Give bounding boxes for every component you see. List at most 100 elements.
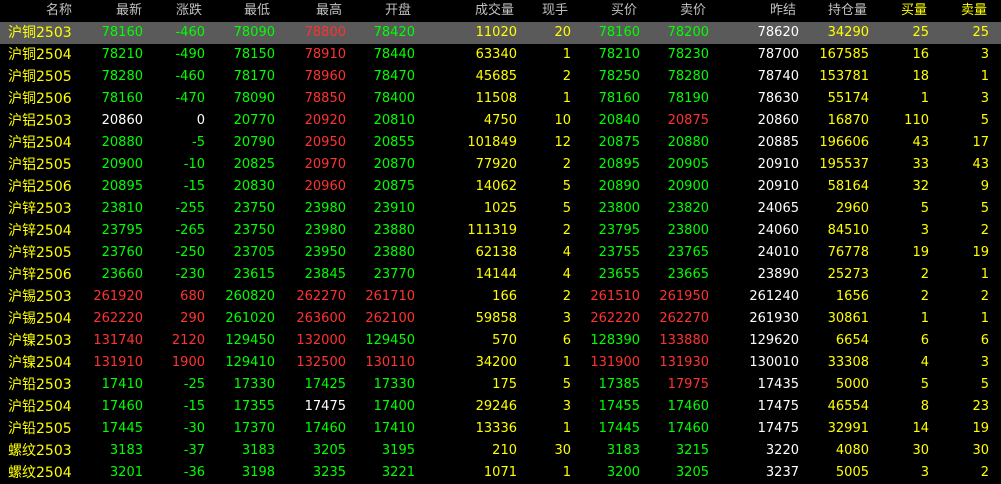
cell-current-hand: 2 [562, 69, 571, 84]
col-header-bid-vol[interactable]: 买量 [901, 0, 941, 22]
table-row[interactable]: 沪铝2505 20900 -10 20825 20970 20870 77920 2 20895… [0, 154, 1001, 176]
cell-open: 3221 [381, 465, 415, 480]
cell-ask: 3205 [675, 465, 709, 480]
table-row[interactable]: 沪铜2503 78160 -460 78090 78800 78420 11020 20 781… [0, 22, 1001, 44]
table-row[interactable]: 沪锌2505 23760 -250 23705 23950 23880 62138 4 2375… [0, 242, 1001, 264]
cell-prev-settle: 129620 [749, 333, 799, 348]
cell-high: 262270 [296, 289, 346, 304]
cell-prev-settle: 78700 [757, 47, 799, 62]
cell-ask: 131930 [659, 355, 709, 370]
table-row[interactable]: 螺纹2503 3183 -37 3183 3205 3195 210 30 3183 3215 32… [0, 440, 1001, 462]
table-row[interactable]: 沪铅2503 17410 -25 17330 17425 17330 175 5 17385 17… [0, 374, 1001, 396]
cell-bid: 20840 [598, 113, 640, 128]
cell-current-hand: 3 [562, 399, 571, 414]
table-row[interactable]: 沪铅2504 17460 -15 17355 17475 17400 29246 3 17455… [0, 396, 1001, 418]
cell-ask: 78200 [667, 25, 709, 40]
col-header-open-interest[interactable]: 持仓量 [828, 0, 878, 22]
cell-prev-settle: 17475 [757, 399, 799, 414]
cell-ask: 20880 [667, 135, 709, 150]
cell-prev-settle: 17435 [757, 377, 799, 392]
table-row[interactable]: 沪铜2505 78280 -460 78170 78960 78470 45685 2 7825… [0, 66, 1001, 88]
col-header-open[interactable]: 开盘 [385, 0, 425, 22]
cell-ask-vol: 3 [980, 47, 989, 62]
cell-open: 17410 [373, 421, 415, 436]
cell-ask: 261950 [659, 289, 709, 304]
cell-high: 20960 [304, 179, 346, 194]
table-row[interactable]: 沪锌2506 23660 -230 23615 23845 23770 14144 4 2365… [0, 264, 1001, 286]
cell-change: -265 [175, 223, 205, 238]
cell-bid: 20875 [598, 135, 640, 150]
cell-bid: 23800 [598, 201, 640, 216]
cell-ask: 17975 [667, 377, 709, 392]
cell-high: 23980 [304, 223, 346, 238]
cell-prev-settle: 17475 [757, 421, 799, 436]
cell-current-hand: 1 [562, 355, 571, 370]
col-header-ask[interactable]: 卖价 [680, 0, 720, 22]
cell-current-hand: 2 [562, 157, 571, 172]
cell-change: 0 [196, 113, 205, 128]
cell-change: -250 [175, 245, 205, 260]
cell-current-hand: 2 [562, 289, 571, 304]
cell-current-hand: 20 [554, 25, 571, 40]
cell-low: 260820 [225, 289, 275, 304]
col-header-current-hand[interactable]: 现手 [542, 0, 582, 22]
cell-current-hand: 30 [554, 443, 571, 458]
table-row[interactable]: 沪锡2504 262220 290 261020 263600 262100 59858 3 2… [0, 308, 1001, 330]
col-header-name[interactable]: 名称 [46, 0, 86, 22]
table-row[interactable]: 沪铝2503 20860 0 20770 20920 20810 4750 10 20840 20… [0, 110, 1001, 132]
cell-bid: 128390 [590, 333, 640, 348]
cell-high: 78910 [304, 47, 346, 62]
cell-open: 23770 [373, 267, 415, 282]
cell-ask-vol: 5 [980, 113, 989, 128]
cell-current-hand: 12 [554, 135, 571, 150]
col-header-change[interactable]: 涨跌 [176, 0, 216, 22]
cell-current-hand: 6 [562, 333, 571, 348]
cell-low: 17330 [233, 377, 275, 392]
col-header-low[interactable]: 最低 [244, 0, 284, 22]
col-header-bid[interactable]: 买价 [611, 0, 651, 22]
table-row[interactable]: 沪锌2503 23810 -255 23750 23980 23910 1025 5 23800… [0, 198, 1001, 220]
col-header-ask-vol[interactable]: 卖量 [961, 0, 1001, 22]
cell-bid: 23755 [598, 245, 640, 260]
cell-ask: 133880 [659, 333, 709, 348]
cell-low: 78090 [233, 25, 275, 40]
col-header-prev-settle[interactable]: 昨结 [770, 0, 810, 22]
col-header-volume[interactable]: 成交量 [475, 0, 525, 22]
cell-low: 3198 [241, 465, 275, 480]
cell-current-hand: 3 [562, 311, 571, 326]
cell-change: -470 [175, 91, 205, 106]
cell-high: 78800 [304, 25, 346, 40]
cell-ask-vol: 5 [980, 377, 989, 392]
table-row[interactable]: 螺纹2504 3201 -36 3198 3235 3221 1071 1 3200 3205 32… [0, 462, 1001, 484]
cell-open: 78400 [373, 91, 415, 106]
cell-bid: 20895 [598, 157, 640, 172]
table-row[interactable]: 沪铜2504 78210 -490 78150 78910 78440 63340 1 7821… [0, 44, 1001, 66]
table-row[interactable]: 沪铜2506 78160 -470 78090 78850 78400 11508 1 7816… [0, 88, 1001, 110]
table-row[interactable]: 沪镍2504 131910 1900 129410 132500 130110 34200 1… [0, 352, 1001, 374]
cell-change: 2120 [171, 333, 205, 348]
col-header-latest[interactable]: 最新 [116, 0, 156, 22]
cell-high: 263600 [296, 311, 346, 326]
cell-ask-vol: 25 [972, 25, 989, 40]
cell-ask-vol: 1 [980, 267, 989, 282]
cell-ask-vol: 6 [980, 333, 989, 348]
table-row[interactable]: 沪镍2503 131740 2120 129450 132000 129450 570 6 12… [0, 330, 1001, 352]
cell-prev-settle: 261930 [749, 311, 799, 326]
table-row[interactable]: 沪锌2504 23795 -265 23750 23980 23880 111319 2 237… [0, 220, 1001, 242]
cell-low: 78170 [233, 69, 275, 84]
cell-open: 17330 [373, 377, 415, 392]
cell-open: 78470 [373, 69, 415, 84]
table-row[interactable]: 沪铅2505 17445 -30 17370 17460 17410 13336 1 17445… [0, 418, 1001, 440]
cell-ask-vol: 3 [980, 355, 989, 370]
table-row[interactable]: 沪锡2503 261920 680 260820 262270 261710 166 2 261… [0, 286, 1001, 308]
cell-low: 20790 [233, 135, 275, 150]
cell-low: 261020 [225, 311, 275, 326]
cell-prev-settle: 20910 [757, 157, 799, 172]
col-header-high[interactable]: 最高 [316, 0, 356, 22]
cell-bid: 78250 [598, 69, 640, 84]
cell-ask-vol: 1 [980, 311, 989, 326]
table-row[interactable]: 沪铝2504 20880 -5 20790 20950 20855 101849 12 2087… [0, 132, 1001, 154]
table-row[interactable]: 沪铝2506 20895 -15 20830 20960 20875 14062 5 20890… [0, 176, 1001, 198]
cell-high: 20950 [304, 135, 346, 150]
cell-change: 680 [180, 289, 205, 304]
